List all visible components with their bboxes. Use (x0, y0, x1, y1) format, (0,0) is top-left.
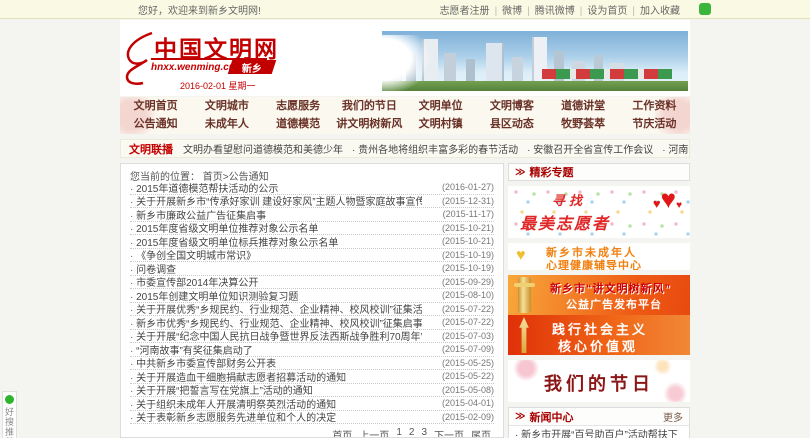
nav-new-trends[interactable]: 讲文明树新风 (334, 115, 405, 133)
nav-volunteer-service[interactable]: 志愿服务 (263, 97, 334, 115)
page: 您好，欢迎来到新乡文明网! 志愿者注册 微博 腾讯微博 设为首页 加入收藏 中国… (0, 0, 810, 438)
heart-icon: ♥ (516, 247, 526, 265)
notice-date: (2015-05-22) (442, 371, 494, 381)
site-header: 中国文明网 hnxx.wenming.cn 新乡 2016-02-01 星期一 (120, 20, 690, 96)
current-date: 2016-02-01 星期一 (180, 79, 256, 92)
heart-icon: ♥♥♥ (653, 186, 682, 212)
news-center-label: 新闻中心 (529, 409, 573, 425)
add-favorite-link[interactable]: 加入收藏 (627, 2, 680, 17)
notice-date: (2015-07-09) (442, 344, 494, 354)
volunteer-register-link[interactable]: 志愿者注册 (440, 2, 490, 17)
nav-announcements[interactable]: 公告通知 (120, 115, 191, 133)
news-center-header: ≫ 新闻中心 更多 (509, 408, 689, 426)
notice-date: (2015-09-29) (442, 277, 494, 287)
nav-festival-activities[interactable]: 节庆活动 (619, 115, 690, 133)
nav-moral-models[interactable]: 道德模范 (263, 115, 334, 133)
page-2[interactable]: 2 (409, 427, 415, 438)
notice-date: (2015-07-22) (442, 304, 494, 314)
notice-date: (2016-01-27) (442, 182, 494, 192)
page-first[interactable]: 首页 (332, 427, 352, 438)
breadcrumb: 您当前的位置： 首页>公告通知 (121, 164, 503, 181)
notice-date: (2015-10-19) (442, 250, 494, 260)
set-homepage-link[interactable]: 设为首页 (575, 2, 628, 17)
ticker-label: 文明联播 (129, 141, 173, 157)
banner-psa-platform[interactable]: 新乡市“讲文明树新风” 公益广告发布平台 (508, 275, 690, 315)
topbar-links: 志愿者注册 微博 腾讯微博 设为首页 加入收藏 (440, 2, 680, 17)
main-nav: 文明首页 文明城市 志愿服务 我们的节日 文明单位 文明博客 道德讲堂 工作资料… (120, 97, 690, 134)
haosou-recommend-widget[interactable]: 好搜推荐 (2, 391, 17, 438)
tencent-weibo-link[interactable]: 腾讯微博 (522, 2, 575, 17)
notice-link[interactable]: 关于表彰新乡志愿服务先进单位和个人的决定 (130, 409, 336, 424)
page-last[interactable]: 尾页 (471, 427, 491, 438)
news-center-panel: ≫ 新闻中心 更多 新乡市开展“百号助百户”活动帮扶下岗特困职工 (508, 407, 690, 438)
nav-home[interactable]: 文明首页 (120, 97, 191, 115)
notice-date: (2015-10-21) (442, 236, 494, 246)
welcome-text: 您好，欢迎来到新乡文明网! (138, 2, 261, 17)
sidebar: ≫ 精彩专题 寻找 最美志愿者 ♥♥♥ ♥ 新乡市未成年人 心理健康辅导中心 新… (508, 163, 690, 438)
list-item: 关于表彰新乡志愿服务先进单位和个人的决定 (2015-02-09) (130, 411, 494, 425)
nav-our-festivals[interactable]: 我们的节日 (334, 97, 405, 115)
banner-minors-counseling-center[interactable]: ♥ 新乡市未成年人 心理健康辅导中心 (508, 243, 690, 270)
ticker-item[interactable]: 文明办看望慰问道德模范和美德少年 (183, 141, 343, 156)
notice-date: (2015-07-22) (442, 317, 494, 327)
more-link[interactable]: 更多 (663, 409, 683, 424)
notice-date: (2015-11-17) (443, 209, 494, 219)
banner-most-beautiful-volunteers[interactable]: 寻找 最美志愿者 ♥♥♥ (508, 186, 690, 238)
topics-header-label: 精彩专题 (529, 164, 573, 180)
news-item-link[interactable]: 新乡市开展“百号助百户”活动帮扶下岗特困职工 (509, 426, 689, 438)
notice-date: (2015-04-01) (442, 398, 494, 408)
nav-minors[interactable]: 未成年人 (191, 115, 262, 133)
browser-plugin-icon[interactable] (699, 3, 711, 15)
ticker-item[interactable]: · 贵州各地将组织丰富多彩的春节活动 (352, 141, 518, 156)
banner-our-festivals[interactable]: 我们的节日 (508, 360, 690, 402)
ticker-item[interactable]: · 安徽召开全省宣传工作会议 (527, 141, 653, 156)
page-1[interactable]: 1 (396, 427, 402, 438)
double-arrow-icon: ≫ (515, 167, 525, 178)
banner-core-values[interactable]: 践行社会主义 核心价值观 (508, 315, 690, 355)
ticker-item[interactable]: · 河南开展“红红火火过大年”志 (662, 141, 690, 156)
list-item: 《争创全国文明城市常识》 (2015-10-19) (130, 249, 494, 263)
notice-list-panel: 您当前的位置： 首页>公告通知 2015年道德模范帮扶活动的公示 (2016-0… (120, 163, 504, 438)
nav-morality-lecture[interactable]: 道德讲堂 (548, 97, 619, 115)
nav-muye-highlights[interactable]: 牧野荟萃 (548, 115, 619, 133)
news-ticker: 文明联播 文明办看望慰问道德模范和美德少年 · 贵州各地将组织丰富多彩的春节活动… (120, 139, 690, 158)
nav-work-materials[interactable]: 工作资料 (619, 97, 690, 115)
widget-label: 好搜推荐 (4, 407, 15, 438)
notice-date: (2015-10-21) (442, 223, 494, 233)
city-skyline-image (382, 31, 688, 91)
nav-civilized-city[interactable]: 文明城市 (191, 97, 262, 115)
notice-date: (2015-10-19) (442, 263, 494, 273)
nav-civilized-units[interactable]: 文明单位 (405, 97, 476, 115)
green-dot-icon (5, 395, 14, 404)
pillar-icon (518, 277, 531, 313)
city-badge: 新乡 (228, 60, 277, 74)
page-next[interactable]: 下一页 (434, 427, 464, 438)
pagination: 首页 上一页 1 2 3 下一页 尾页 (121, 424, 503, 438)
page-prev[interactable]: 上一页 (359, 427, 389, 438)
page-3[interactable]: 3 (421, 427, 427, 438)
nav-civilized-villages[interactable]: 文明村镇 (405, 115, 476, 133)
site-url: hnxx.wenming.cn (151, 62, 235, 73)
notice-date: (2015-08-10) (442, 290, 494, 300)
nav-county-news[interactable]: 县区动态 (476, 115, 547, 133)
weibo-link[interactable]: 微博 (490, 2, 523, 17)
notice-date: (2015-12-31) (442, 196, 494, 206)
notice-date: (2015-05-08) (442, 385, 494, 395)
notice-date: (2015-07-03) (442, 331, 494, 341)
notice-date: (2015-05-25) (442, 358, 494, 368)
topics-header: ≫ 精彩专题 (508, 163, 690, 181)
logo-swoosh-icon (124, 30, 154, 91)
statue-icon (516, 317, 532, 353)
top-bar: 您好，欢迎来到新乡文明网! 志愿者注册 微博 腾讯微博 设为首页 加入收藏 (0, 0, 810, 19)
notice-date: (2015-02-09) (442, 412, 494, 422)
nav-civilization-blog[interactable]: 文明博客 (476, 97, 547, 115)
double-arrow-icon: ≫ (515, 411, 525, 422)
